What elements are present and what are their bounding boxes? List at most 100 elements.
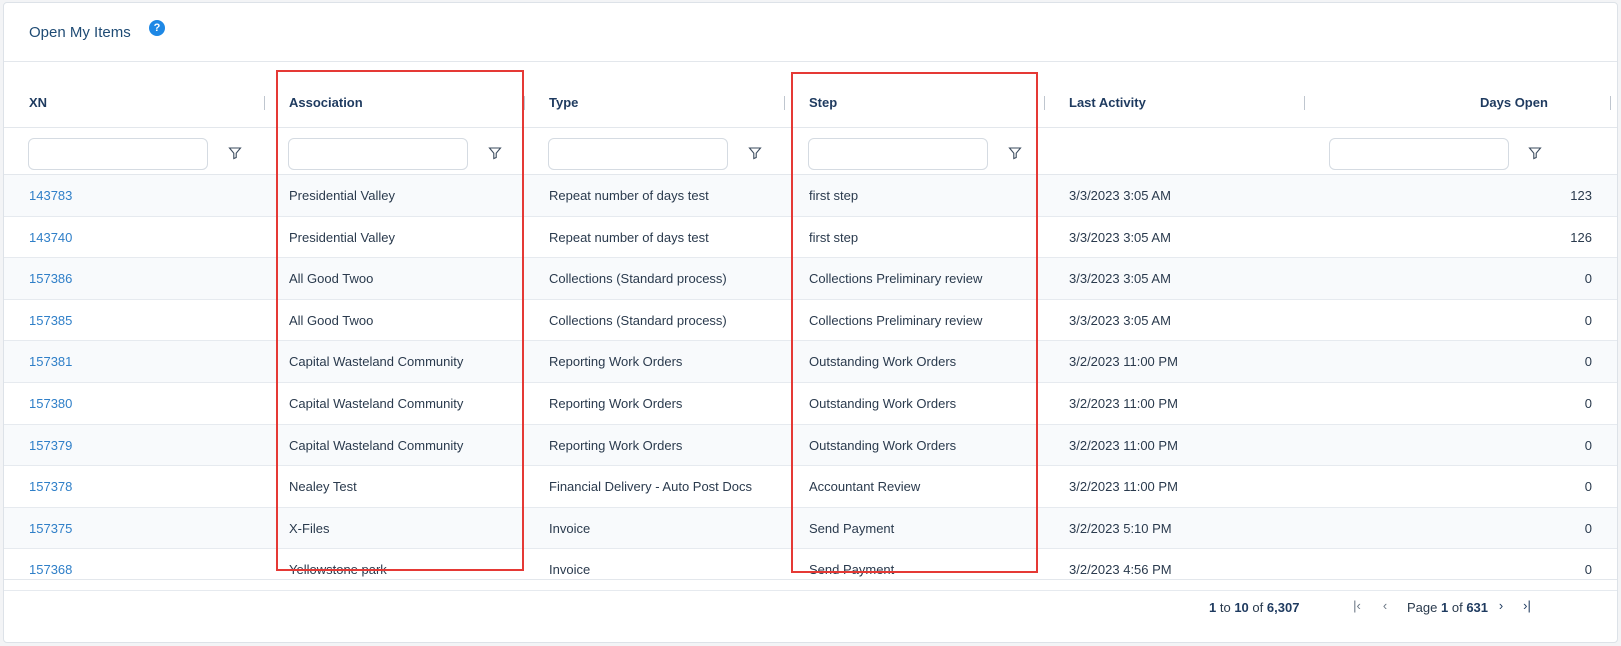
filter-row — [4, 128, 1617, 175]
last-activity-cell: 3/2/2023 5:10 PM — [1069, 520, 1172, 536]
last-activity-cell: 3/2/2023 11:00 PM — [1069, 479, 1178, 495]
type-cell: Financial Delivery - Auto Post Docs — [549, 479, 753, 495]
last-activity-cell: 3/2/2023 11:00 PM — [1069, 395, 1178, 411]
type-cell: Reporting Work Orders — [549, 437, 683, 453]
table-row[interactable]: 157380 Capital Wasteland Community Reporti… — [4, 383, 1617, 425]
association-cell: Presidential Valley — [289, 229, 395, 245]
days-open-cell: 126 — [1570, 229, 1592, 245]
xn-link[interactable]: 143783 — [29, 188, 72, 203]
type-cell: Repeat number of days test — [549, 188, 709, 203]
step-cell: Accountant Review — [809, 479, 921, 495]
last-activity-cell: 3/2/2023 11:00 PM — [1069, 437, 1178, 453]
xn-link[interactable]: 157386 — [29, 271, 72, 286]
association-cell: Capital Wasteland Community — [289, 354, 464, 370]
xn-link[interactable]: 157381 — [29, 354, 72, 369]
type-cell: Repeat number of days test — [549, 229, 709, 245]
table-row[interactable]: 157386 All Good Twoo Collections (Standard… — [4, 258, 1617, 300]
last-activity-cell: 3/3/2023 3:05 AM — [1069, 271, 1171, 287]
header-row: XN Association Type Step Last Activity D… — [4, 61, 1617, 128]
page-indicator: Page 1 of 631 — [1407, 600, 1489, 615]
association-cell: All Good Twoo — [289, 271, 374, 287]
association-cell: Nealey Test — [289, 479, 357, 495]
table-row[interactable]: 157381 Capital Wasteland Community Reporti… — [4, 341, 1617, 383]
step-filter-input[interactable] — [808, 138, 988, 170]
table-row[interactable]: 157385 All Good Twoo Collections (Standard… — [4, 300, 1617, 342]
last-activity-cell: 3/2/2023 4:56 PM — [1069, 562, 1172, 578]
next-page-icon[interactable]: › — [1492, 597, 1510, 615]
step-cell: Send Payment — [809, 562, 895, 578]
column-header-days-open[interactable]: Days Open — [1480, 95, 1548, 110]
pagination-bar: 1 to 10 of 6,307 |‹ ‹ Page 1 of 631 › ›| — [4, 579, 1617, 642]
table-row[interactable]: 157378 Nealey Test Financial Delivery - Au… — [4, 466, 1617, 508]
xn-link[interactable]: 157380 — [29, 396, 72, 411]
days-open-cell: 0 — [1584, 395, 1592, 411]
filter-icon[interactable] — [488, 146, 502, 160]
days-open-cell: 0 — [1584, 479, 1592, 495]
column-resize-handle[interactable] — [784, 96, 785, 110]
table-row[interactable]: 143783 Presidential Valley Repeat number o… — [4, 175, 1617, 217]
type-cell: Invoice — [549, 520, 591, 536]
question-circle-icon[interactable]: ? — [149, 20, 165, 36]
association-cell: Capital Wasteland Community — [289, 395, 464, 411]
column-resize-handle[interactable] — [524, 96, 525, 110]
step-cell: Outstanding Work Orders — [809, 437, 957, 453]
days-open-cell: 0 — [1584, 312, 1592, 328]
last-activity-cell: 3/3/2023 3:05 AM — [1069, 188, 1171, 203]
filter-icon[interactable] — [1008, 146, 1022, 160]
association-filter-input[interactable] — [288, 138, 468, 170]
first-page-icon[interactable]: |‹ — [1348, 597, 1366, 615]
column-header-last-activity[interactable]: Last Activity — [1069, 95, 1146, 110]
type-filter-input[interactable] — [548, 138, 728, 170]
last-activity-cell: 3/2/2023 11:00 PM — [1069, 354, 1178, 370]
open-my-items-panel: Open My Items ? XN Association Type Step… — [3, 2, 1618, 643]
column-resize-handle[interactable] — [264, 96, 265, 110]
association-cell: All Good Twoo — [289, 312, 374, 328]
step-cell: Collections Preliminary review — [809, 312, 983, 328]
last-activity-cell: 3/3/2023 3:05 AM — [1069, 229, 1171, 245]
xn-link[interactable]: 157385 — [29, 313, 72, 328]
filter-icon[interactable] — [228, 146, 242, 160]
days-open-cell: 0 — [1584, 437, 1592, 453]
xn-link[interactable]: 143740 — [29, 230, 72, 245]
association-cell: Presidential Valley — [289, 188, 395, 203]
panel-title: Open My Items — [29, 24, 131, 41]
xn-link[interactable]: 157378 — [29, 479, 72, 494]
table-row[interactable]: 157379 Capital Wasteland Community Reporti… — [4, 424, 1617, 467]
previous-page-icon[interactable]: ‹ — [1376, 597, 1394, 615]
days-open-cell: 0 — [1584, 562, 1592, 578]
type-cell: Reporting Work Orders — [549, 354, 683, 370]
column-header-type[interactable]: Type — [549, 95, 578, 110]
type-cell: Collections (Standard process) — [549, 271, 727, 287]
days-open-cell: 0 — [1584, 271, 1592, 287]
items-grid: XN Association Type Step Last Activity D… — [4, 61, 1617, 591]
step-cell: first step — [809, 229, 859, 245]
filter-icon[interactable] — [748, 146, 762, 160]
last-page-icon[interactable]: ›| — [1518, 597, 1536, 615]
panel-header: Open My Items ? — [4, 3, 1617, 62]
step-cell: Send Payment — [809, 520, 895, 536]
type-cell: Collections (Standard process) — [549, 312, 727, 328]
days-open-filter-input[interactable] — [1329, 138, 1509, 170]
days-open-cell: 0 — [1584, 520, 1592, 536]
xn-link[interactable]: 157379 — [29, 438, 72, 453]
xn-link[interactable]: 157375 — [29, 521, 72, 536]
row-summary: 1 to 10 of 6,307 — [1209, 600, 1300, 615]
step-cell: Collections Preliminary review — [809, 271, 983, 287]
column-resize-handle[interactable] — [1304, 96, 1305, 110]
column-header-step[interactable]: Step — [809, 95, 837, 110]
column-header-association[interactable]: Association — [289, 95, 363, 110]
xn-link[interactable]: 157368 — [29, 562, 72, 577]
column-resize-handle[interactable] — [1610, 96, 1611, 110]
column-header-xn[interactable]: XN — [29, 95, 47, 110]
xn-filter-input[interactable] — [28, 138, 208, 170]
type-cell: Reporting Work Orders — [549, 395, 683, 411]
step-cell: Outstanding Work Orders — [809, 354, 957, 370]
last-activity-cell: 3/3/2023 3:05 AM — [1069, 312, 1171, 328]
table-row[interactable]: 143740 Presidential Valley Repeat number o… — [4, 217, 1617, 259]
filter-icon[interactable] — [1528, 146, 1542, 160]
association-cell: Capital Wasteland Community — [289, 437, 464, 453]
days-open-cell: 0 — [1584, 354, 1592, 370]
type-cell: Invoice — [549, 562, 591, 578]
column-resize-handle[interactable] — [1044, 96, 1045, 110]
table-row[interactable]: 157375 X-Files Invoice Send Payment 3/2/2023… — [4, 507, 1617, 550]
